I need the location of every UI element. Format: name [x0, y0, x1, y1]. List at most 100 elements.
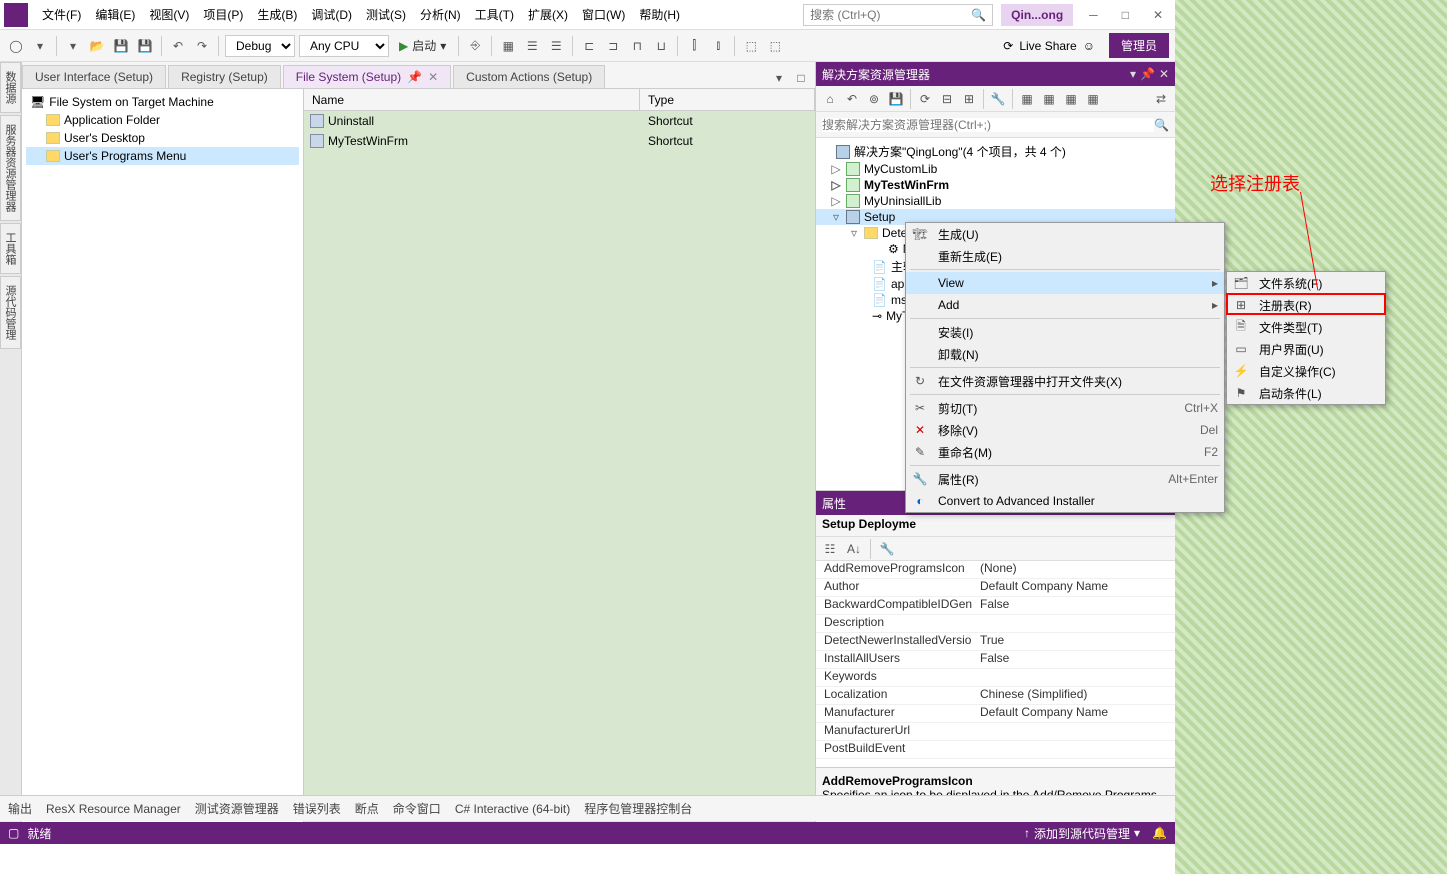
start-button[interactable]: ▶ 启动 ▾ — [393, 35, 452, 56]
sln-node-frm[interactable]: ▷MyTestWinFrm — [816, 177, 1175, 193]
sln-view2-icon[interactable]: ▦ — [1039, 89, 1059, 109]
ctx-add[interactable]: Add▸ — [906, 294, 1224, 316]
prop-value[interactable]: False — [976, 597, 1175, 614]
ctx-view[interactable]: View▸ — [906, 272, 1224, 294]
ctx-cut[interactable]: ✂剪切(T)Ctrl+X — [906, 397, 1224, 419]
close-button[interactable]: ✕ — [1145, 4, 1171, 26]
admin-button[interactable]: 管理员 — [1109, 33, 1169, 58]
nav-back-icon[interactable]: ◯ — [6, 36, 26, 56]
open-icon[interactable]: 📂 — [87, 36, 107, 56]
nav-fwd-icon[interactable]: ▾ — [30, 36, 50, 56]
ctx-uninstall[interactable]: 卸载(N) — [906, 343, 1224, 365]
project-badge[interactable]: Qin...ong — [1001, 4, 1073, 26]
sln-search[interactable]: 🔍 — [816, 112, 1175, 138]
liveshare-icon[interactable]: ⟳ — [1003, 39, 1013, 53]
sz2-icon[interactable]: ⬚ — [765, 36, 785, 56]
layout1-icon[interactable]: ☰ — [522, 36, 542, 56]
bottom-tab-errlist[interactable]: 错误列表 — [293, 800, 341, 817]
bottom-tab-breakpoints[interactable]: 断点 — [355, 800, 379, 817]
al2-icon[interactable]: ⊐ — [603, 36, 623, 56]
prop-row[interactable]: LocalizationChinese (Simplified) — [816, 687, 1175, 705]
fs-root[interactable]: 🖥 File System on Target Machine — [26, 93, 299, 111]
prop-row[interactable]: BackwardCompatibleIDGenFalse — [816, 597, 1175, 615]
panel-dropdown-icon[interactable]: ▾ — [1130, 67, 1136, 81]
sub-ui[interactable]: ▭用户界面(U) — [1227, 338, 1385, 360]
sz1-icon[interactable]: ⬚ — [741, 36, 761, 56]
bottom-tab-output[interactable]: 输出 — [8, 800, 32, 817]
menu-file[interactable]: 文件(F) — [36, 2, 87, 27]
left-tab-scm[interactable]: 源代码管理 — [0, 276, 21, 349]
menu-build[interactable]: 生成(B) — [251, 2, 303, 27]
fs-folder-desktop[interactable]: User's Desktop — [26, 129, 299, 147]
prop-value[interactable] — [976, 669, 1175, 686]
sln-props-icon[interactable]: 🔧 — [988, 89, 1008, 109]
prop-row[interactable]: InstallAllUsersFalse — [816, 651, 1175, 669]
sln-search-input[interactable] — [822, 118, 1154, 132]
fs-item[interactable]: Uninstall Shortcut — [304, 111, 815, 131]
bottom-tab-pkg[interactable]: 程序包管理器控制台 — [584, 800, 692, 817]
sp2-icon[interactable]: ⫾ — [708, 36, 728, 56]
prop-row[interactable]: Keywords — [816, 669, 1175, 687]
prop-row[interactable]: ManufacturerUrl — [816, 723, 1175, 741]
tab-filesystem[interactable]: File System (Setup)📌✕ — [283, 65, 451, 88]
bottom-tab-csi[interactable]: C# Interactive (64-bit) — [455, 802, 570, 816]
sln-showall-icon[interactable]: ⊞ — [959, 89, 979, 109]
left-tab-datasource[interactable]: 数据源 — [0, 62, 21, 113]
sub-registry[interactable]: ⊞注册表(R) — [1227, 294, 1385, 316]
new-icon[interactable]: ▾ — [63, 36, 83, 56]
prop-value[interactable] — [976, 723, 1175, 740]
left-tab-toolbox[interactable]: 工具箱 — [0, 223, 21, 274]
undo-icon[interactable]: ↶ — [168, 36, 188, 56]
search-input[interactable] — [810, 8, 971, 22]
menu-tools[interactable]: 工具(T) — [469, 2, 520, 27]
prop-row[interactable]: ManufacturerDefault Company Name — [816, 705, 1175, 723]
prop-row[interactable]: Description — [816, 615, 1175, 633]
props-wrench-icon[interactable]: 🔧 — [877, 539, 897, 559]
menu-test[interactable]: 测试(S) — [360, 2, 412, 27]
bottom-tab-testres[interactable]: 测试资源管理器 — [195, 800, 279, 817]
sln-switch-icon[interactable]: ⇄ — [1151, 89, 1171, 109]
prop-value[interactable]: (None) — [976, 561, 1175, 578]
liveshare-label[interactable]: Live Share — [1019, 39, 1076, 53]
sp1-icon[interactable]: ⫿ — [684, 36, 704, 56]
layout2-icon[interactable]: ☰ — [546, 36, 566, 56]
step-icon[interactable]: ⎆ — [465, 36, 485, 56]
chevron-down-icon[interactable]: ▾ — [1134, 826, 1140, 840]
sub-filesystem[interactable]: 🗂文件系统(F) — [1227, 272, 1385, 294]
menu-edit[interactable]: 编辑(E) — [89, 2, 141, 27]
menu-window[interactable]: 窗口(W) — [576, 2, 631, 27]
menu-view[interactable]: 视图(V) — [143, 2, 195, 27]
tab-close-icon[interactable]: ✕ — [428, 70, 438, 84]
sub-customactions[interactable]: ⚡自定义操作(C) — [1227, 360, 1385, 382]
prop-row[interactable]: DetectNewerInstalledVersioTrue — [816, 633, 1175, 651]
ctx-remove[interactable]: ✕移除(V)Del — [906, 419, 1224, 441]
status-scm-icon[interactable]: ↑ — [1024, 826, 1030, 840]
tab-ui[interactable]: User Interface (Setup) — [22, 65, 166, 88]
prop-value[interactable] — [976, 615, 1175, 632]
menu-help[interactable]: 帮助(H) — [633, 2, 686, 27]
align-icon[interactable]: ▦ — [498, 36, 518, 56]
pin-icon[interactable]: 📌 — [407, 70, 422, 84]
bottom-tab-cmd[interactable]: 命令窗口 — [393, 800, 441, 817]
menu-extensions[interactable]: 扩展(X) — [522, 2, 574, 27]
sln-back-icon[interactable]: ↶ — [842, 89, 862, 109]
feedback-icon[interactable]: ☺ — [1083, 39, 1095, 53]
search-box[interactable]: 🔍 — [803, 4, 993, 26]
fs-col-type[interactable]: Type — [640, 89, 815, 110]
sln-refresh-icon[interactable]: ⟳ — [915, 89, 935, 109]
ctx-convert[interactable]: ◐Convert to Advanced Installer — [906, 490, 1224, 512]
fs-folder-programs[interactable]: User's Programs Menu — [26, 147, 299, 165]
sln-root[interactable]: 解决方案"QingLong"(4 个项目，共 4 个) — [816, 142, 1175, 161]
menu-analyze[interactable]: 分析(N) — [414, 2, 467, 27]
sln-sync-icon[interactable]: ⊚ — [864, 89, 884, 109]
menu-debug[interactable]: 调试(D) — [305, 2, 358, 27]
platform-select[interactable]: Any CPU — [299, 35, 389, 57]
prop-value[interactable]: True — [976, 633, 1175, 650]
redo-icon[interactable]: ↷ — [192, 36, 212, 56]
prop-value[interactable]: Default Company Name — [976, 705, 1175, 722]
left-tab-server-explorer[interactable]: 服务器资源管理器 — [0, 115, 21, 221]
prop-row[interactable]: AddRemoveProgramsIcon(None) — [816, 561, 1175, 579]
doc-float-icon[interactable]: □ — [791, 68, 811, 88]
prop-row[interactable]: PostBuildEvent — [816, 741, 1175, 759]
props-az-icon[interactable]: A↓ — [844, 539, 864, 559]
